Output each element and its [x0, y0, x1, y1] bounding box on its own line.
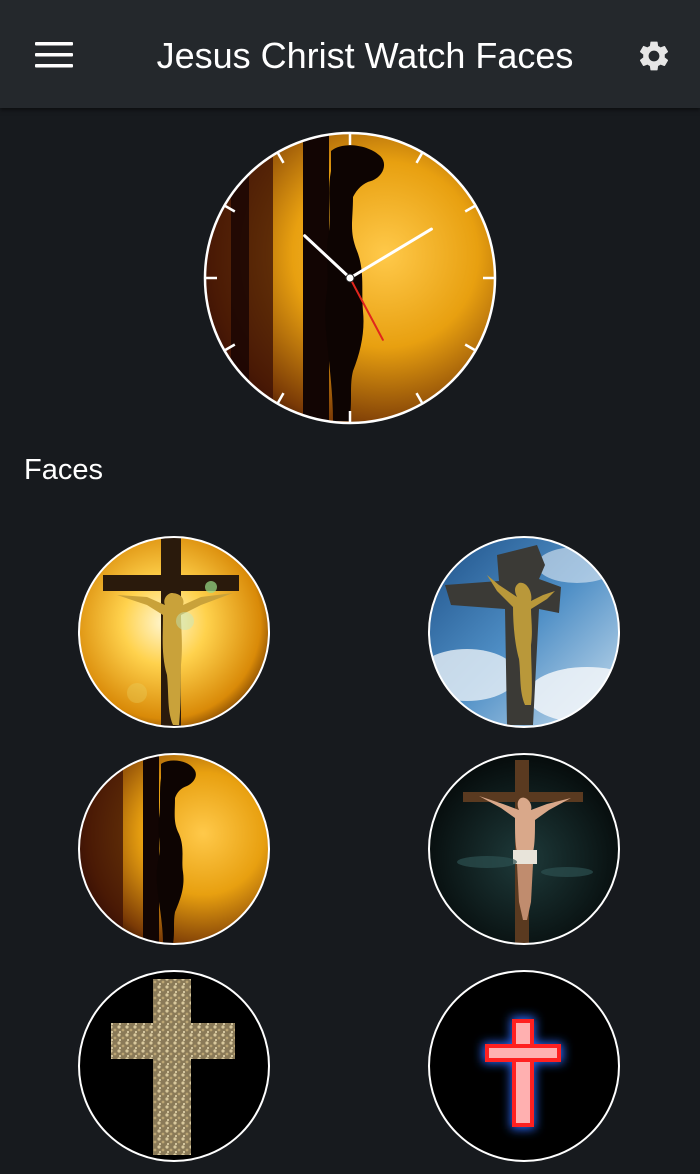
faces-section-title: Faces: [24, 454, 103, 486]
gear-icon: [639, 41, 669, 71]
menu-button[interactable]: [24, 30, 84, 80]
hand-pivot: [345, 273, 355, 283]
settings-button[interactable]: [628, 30, 680, 82]
crucifix-image: [428, 753, 620, 945]
face-thumbnail-stone-crucifix[interactable]: [427, 535, 621, 729]
face-thumbnail-golden-crucifix[interactable]: [77, 535, 271, 729]
face-thumbnail-neon-cross[interactable]: [427, 969, 621, 1163]
app-toolbar: Jesus Christ Watch Faces: [0, 0, 700, 108]
page-title: Jesus Christ Watch Faces: [156, 35, 574, 76]
face-thumbnail-crucifix-night[interactable]: [427, 752, 621, 946]
face-thumbnail-silhouette-crucifix[interactable]: [77, 752, 271, 946]
hamburger-menu-icon: [35, 42, 73, 68]
watch-face-preview-graphic: [203, 131, 497, 425]
cross-image: [78, 970, 270, 1162]
crucifix-image: [78, 536, 270, 728]
crucifix-image: [428, 536, 620, 728]
watch-face-preview[interactable]: [203, 131, 497, 425]
app-screen: Jesus Christ Watch Faces Faces: [0, 0, 700, 1174]
face-thumbnail-mosaic-cross[interactable]: [77, 969, 271, 1163]
crucifix-image: [78, 753, 270, 945]
cross-image: [428, 970, 620, 1162]
